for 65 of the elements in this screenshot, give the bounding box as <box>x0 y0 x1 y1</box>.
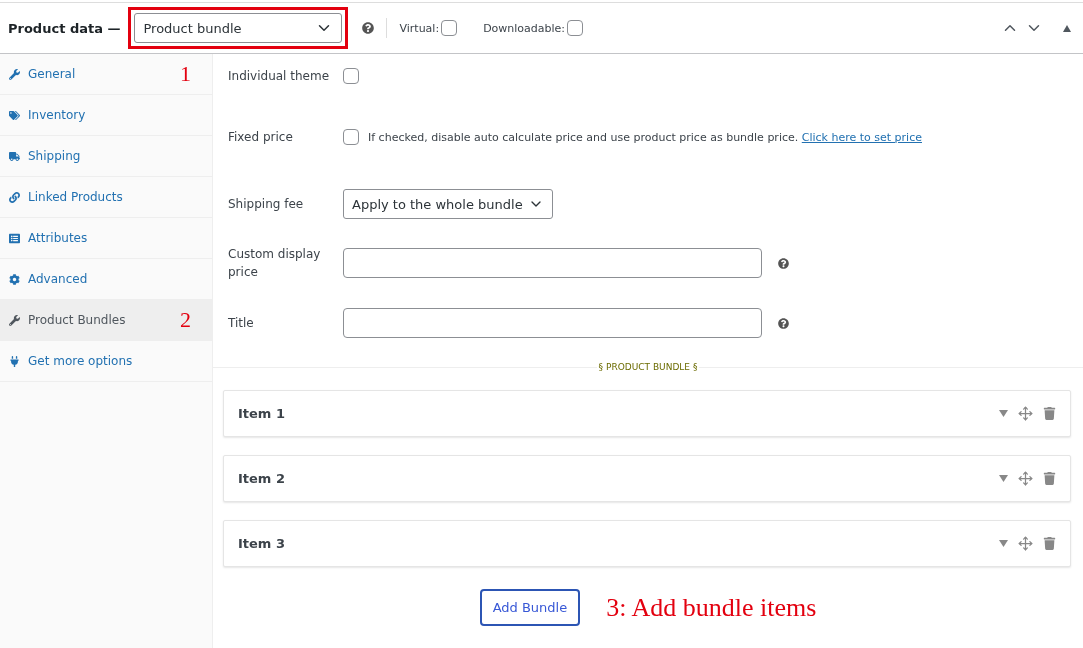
tab-label: Shipping <box>28 149 81 163</box>
link-icon <box>9 191 20 203</box>
move-icon[interactable] <box>1018 406 1033 421</box>
wrench-icon <box>9 314 20 326</box>
trash-icon[interactable] <box>1043 407 1056 420</box>
field-label: Fixed price <box>228 129 294 146</box>
plug-icon <box>9 355 20 367</box>
field-label: Title <box>228 315 255 332</box>
trash-icon[interactable] <box>1043 472 1056 485</box>
field-label: Custom display price <box>228 246 322 281</box>
caret-down-icon[interactable] <box>999 475 1008 482</box>
item-title: Item 2 <box>238 471 285 486</box>
input-field[interactable] <box>343 248 762 278</box>
add-bundle-button[interactable]: Add Bundle <box>479 589 581 626</box>
sidebar-tab[interactable]: Attributes <box>0 218 212 259</box>
product-type-select[interactable]: Product bundle <box>134 13 343 43</box>
sidebar-tab[interactable]: General 1 <box>0 54 212 95</box>
tag-icon <box>9 109 20 121</box>
item-title: Item 1 <box>238 406 285 421</box>
help-icon <box>778 317 789 329</box>
caret-down-icon[interactable] <box>999 540 1008 547</box>
sidebar-tab[interactable]: Get more options <box>0 341 212 382</box>
panel-title: Product data — <box>8 20 121 36</box>
tab-label: Advanced <box>28 272 88 286</box>
checkbox[interactable] <box>567 20 584 36</box>
annotation-number: 1 <box>180 61 191 87</box>
annotation-text: 3: Add bundle items <box>606 592 817 623</box>
move-icon[interactable] <box>1018 471 1033 486</box>
shipping-fee-select[interactable]: Apply to the whole bundle <box>343 189 553 219</box>
sidebar-tab[interactable]: Linked Products <box>0 177 212 218</box>
sidebar-tab[interactable]: Inventory <box>0 95 212 136</box>
tab-label: General <box>28 67 76 81</box>
checkbox-label: Virtual: <box>399 21 440 35</box>
tab-label: Linked Products <box>28 190 123 204</box>
tab-label: Inventory <box>28 108 86 122</box>
caret-down-icon[interactable] <box>999 410 1008 417</box>
wrench-icon <box>9 68 20 80</box>
bundle-item[interactable]: Item 3 <box>223 520 1071 567</box>
checkbox-label: Downloadable: <box>483 21 566 35</box>
field-description: If checked, disable auto calculate price and use product price as bundle price. Click here to set price <box>368 130 922 144</box>
field-label: Shipping fee <box>228 196 305 213</box>
annotation-number: 2 <box>180 307 191 333</box>
gear-icon <box>9 273 20 285</box>
field-label: Individual theme <box>228 68 331 85</box>
checkbox[interactable] <box>343 68 359 84</box>
item-title: Item 3 <box>238 536 285 551</box>
input-field[interactable] <box>343 308 762 338</box>
help-icon <box>362 22 375 34</box>
move-icon[interactable] <box>1018 536 1033 551</box>
tab-label: Attributes <box>28 231 88 245</box>
tab-label: Get more options <box>28 354 133 368</box>
sidebar-tab[interactable]: Product Bundles 2 <box>0 300 212 341</box>
bundle-item[interactable]: Item 1 <box>223 390 1071 437</box>
bundle-item[interactable]: Item 2 <box>223 455 1071 502</box>
section-title: § PRODUCT BUNDLE § <box>597 362 699 372</box>
list-icon <box>9 232 20 244</box>
collapse-triangle-icon[interactable] <box>1063 24 1071 32</box>
truck-icon <box>9 150 20 162</box>
set-price-link[interactable]: Click here to set price <box>801 130 922 144</box>
checkbox[interactable] <box>441 20 458 36</box>
checkbox[interactable] <box>343 129 359 145</box>
tab-label: Product Bundles <box>28 313 126 327</box>
trash-icon[interactable] <box>1043 537 1056 550</box>
sidebar-tab[interactable]: Shipping <box>0 136 212 177</box>
help-icon <box>778 257 789 269</box>
